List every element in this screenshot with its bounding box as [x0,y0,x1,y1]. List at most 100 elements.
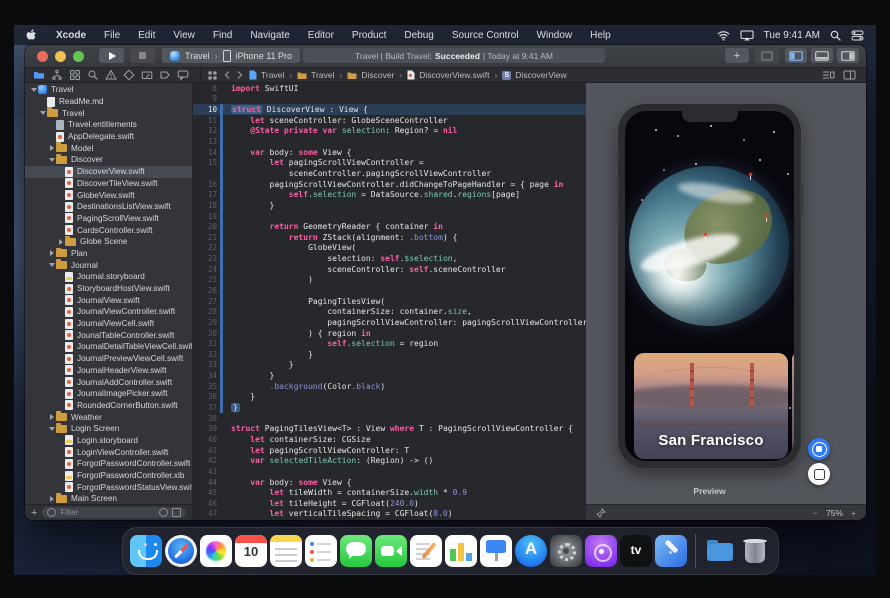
file-tree-item-appdelegate-swift[interactable]: AppDelegate.swift [25,131,192,143]
go-forward-icon[interactable] [236,70,244,80]
file-tree-item-globe-scene[interactable]: Globe Scene [25,236,192,248]
dock-podcasts-icon[interactable] [585,535,617,567]
dock-pages-icon[interactable] [410,535,442,567]
code-line-15[interactable]: 15 let pagingScrollViewController = [193,157,586,168]
adjust-editor-options-icon[interactable] [822,70,835,80]
recents-icon[interactable] [159,508,168,517]
disclosure-triangle-icon[interactable] [48,427,56,431]
code-line-45[interactable]: 45 let tileWidth = containerSize.width *… [193,487,586,498]
file-tree-item-forgotpasswordstatusview-swift[interactable]: ForgotPasswordStatusView.swift [25,481,192,493]
dock-photos-icon[interactable] [200,535,232,567]
add-file-button[interactable]: + [31,508,37,518]
menu-item-find[interactable]: Find [204,30,241,41]
code-line-41[interactable]: 41 let pagingScrollViewController: T [193,445,586,456]
file-tree-item-globeview-swift[interactable]: GlobeView.swift [25,189,192,201]
code-line-14[interactable]: 14 var body: some View { [193,147,586,158]
menu-item-window[interactable]: Window [528,30,582,41]
file-tree-item-storyboardhostview-swift[interactable]: StoryboardHostView.swift [25,283,192,295]
code-line-16[interactable]: 16 pagingScrollViewController.didChangeT… [193,179,586,190]
navigator-tab-project-icon[interactable] [33,69,45,81]
file-tree-item-travel-entitlements[interactable]: Travel.entitlements [25,119,192,131]
code-line-25[interactable]: 25 ) [193,275,586,286]
file-tree-item-journalviewcontroller-swift[interactable]: JournalViewController.swift [25,306,192,318]
code-line-36[interactable]: 36 } [193,392,586,403]
code-line-37[interactable]: 37} [193,402,586,413]
disclosure-triangle-icon[interactable] [39,111,47,115]
file-tree-item-cardscontroller-swift[interactable]: CardsController.swift [25,224,192,236]
navigator-tab-symbols-icon[interactable] [69,69,81,81]
spotlight-search-icon[interactable] [830,30,841,41]
pin-preview-icon[interactable] [596,508,606,518]
map-pin[interactable] [765,215,768,218]
dock-notes-icon[interactable] [270,535,302,567]
disclosure-triangle-icon[interactable] [48,145,56,151]
code-line-8[interactable]: 8import SwiftUI [193,83,586,94]
file-tree-item-forgotpasswordcontroller-swift[interactable]: ForgotPasswordController.swift [25,458,192,470]
dock-trash-icon[interactable] [739,535,771,567]
file-tree-item-journal-storyboard[interactable]: Journal.storyboard [25,271,192,283]
toggle-inspector-button[interactable] [837,48,859,63]
file-tree-item-pagingscrollview-swift[interactable]: PagingScrollView.swift [25,213,192,225]
file-tree-item-journalview-swift[interactable]: JournalView.swift [25,294,192,306]
file-tree-item-journalheaderview-swift[interactable]: JournalHeaderView.swift [25,365,192,377]
code-line-31[interactable]: 31 self.selection = region [193,338,586,349]
file-tree-item-model[interactable]: Model [25,142,192,154]
run-button[interactable] [99,48,124,63]
zoom-in-button[interactable]: + [851,508,856,518]
file-tree-item-main-screen[interactable]: Main Screen [25,493,192,504]
code-line-39[interactable]: 39struct PagingTilesView<T> : View where… [193,424,586,435]
code-line-21[interactable]: 21 return ZStack(alignment: .bottom) { [193,232,586,243]
file-tree-item-login-screen[interactable]: Login Screen [25,423,192,435]
code-line-33[interactable]: 33 } [193,360,586,371]
code-line-26[interactable]: 26 [193,285,586,296]
minimize-window-button[interactable] [55,51,66,62]
dock-messages-icon[interactable] [340,535,372,567]
wifi-icon[interactable] [717,30,730,41]
breadcrumb-item-travel[interactable]: Travel [249,70,284,80]
file-tree-item-travel[interactable]: Travel [25,84,192,96]
navigator-tab-issues-icon[interactable] [105,69,117,81]
navigator-tab-breakpoints-icon[interactable] [159,69,171,81]
disclosure-triangle-icon[interactable] [48,250,56,256]
code-line-19[interactable]: 19 [193,211,586,222]
navigator-tab-search-icon[interactable] [87,69,99,81]
disclosure-triangle-icon[interactable] [57,239,65,245]
close-window-button[interactable] [37,51,48,62]
zoom-window-button[interactable] [73,51,84,62]
menu-bar-clock[interactable]: Tue 9:41 AM [764,30,820,41]
zoom-level[interactable]: 75% [826,508,843,518]
scheme-selector[interactable]: Travel › iPhone 11 Pro [162,48,300,63]
dock-finder-icon[interactable] [130,535,162,567]
disclosure-triangle-icon[interactable] [48,263,56,267]
dock-downloads-icon[interactable] [704,535,736,567]
breadcrumb-item-discoverview[interactable]: SDiscoverView [502,70,566,80]
menu-item-help[interactable]: Help [581,30,620,41]
code-line-38[interactable]: 38 [193,413,586,424]
breadcrumb-item-travel[interactable]: Travel [297,70,334,80]
dock-calendar-icon[interactable]: 10 [235,535,267,567]
code-line-24[interactable]: 24 sceneController: self.sceneController [193,264,586,275]
navigator-tab-reports-icon[interactable] [177,69,189,81]
code-line-22[interactable]: 22 GlobeView( [193,243,586,254]
dock-facetime-icon[interactable] [375,535,407,567]
file-tree-item-loginviewcontroller-swift[interactable]: LoginViewController.swift [25,446,192,458]
code-line-18[interactable]: 18 } [193,200,586,211]
code-line-28[interactable]: 28 containerSize: container.size, [193,306,586,317]
file-tree-item-roundedcornerbutton-swift[interactable]: RoundedCornerButton.swift [25,400,192,412]
dock-system-preferences-icon[interactable] [550,535,582,567]
code-line-10[interactable]: 10struct DiscoverView : View { [193,104,586,115]
file-tree-item-plan[interactable]: Plan [25,248,192,260]
code-line-12[interactable]: 12 @State private var selection: Region?… [193,126,586,137]
file-tree-item-destinationslistview-swift[interactable]: DestinationsListView.swift [25,201,192,213]
toggle-debug-area-button[interactable] [811,48,833,63]
file-tree-item-weather[interactable]: Weather [25,411,192,423]
source-editor[interactable]: 8import SwiftUI910struct DiscoverView : … [193,83,586,520]
library-add-button[interactable]: + [725,48,749,63]
editor-library-button[interactable] [755,48,779,63]
code-line-17[interactable]: 17 self.selection = DataSource.shared.re… [193,189,586,200]
live-preview-button[interactable] [808,438,830,460]
apple-menu-icon[interactable] [26,29,37,42]
scm-status-filter-icon[interactable] [172,508,181,517]
breadcrumb-item-discoverview-swift[interactable]: DiscoverView.swift [407,70,489,80]
file-tree-item-travel[interactable]: Travel [25,107,192,119]
